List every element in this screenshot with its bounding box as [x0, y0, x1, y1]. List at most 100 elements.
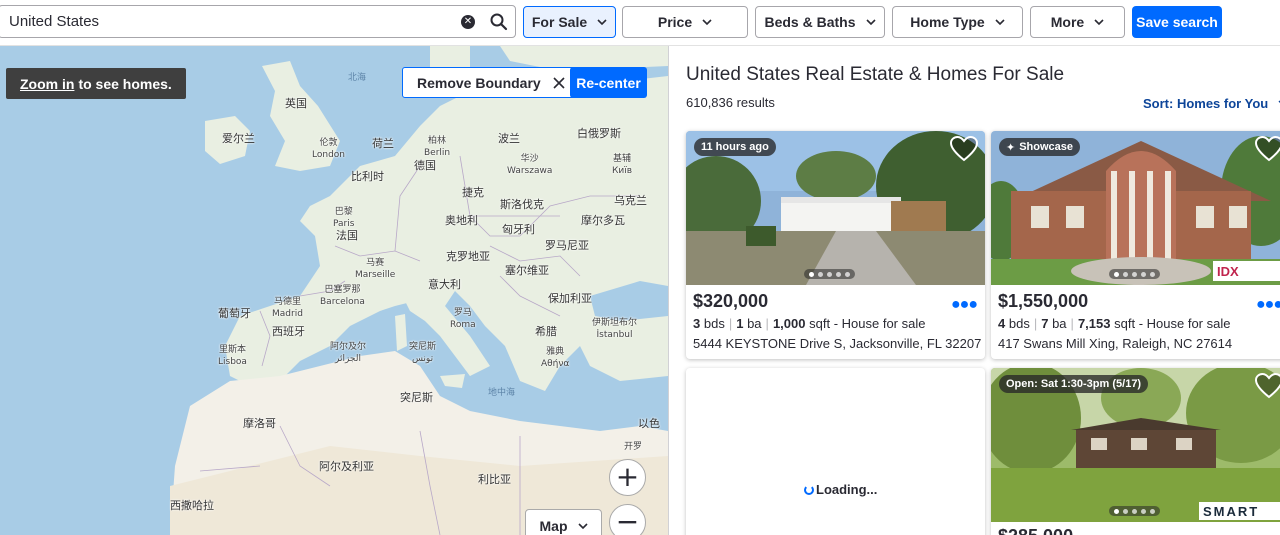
search-box[interactable]: ✕: [0, 5, 516, 38]
zoom-in-tip: Zoom in to see homes.: [6, 68, 186, 99]
price-filter-button[interactable]: Price: [622, 6, 748, 38]
map-type-label: Map: [539, 518, 568, 534]
listing-photo[interactable]: 11 hours ago: [686, 131, 985, 285]
map-label-serbia: 塞尔维亚: [505, 264, 549, 277]
beds-baths-filter-button[interactable]: Beds & Baths: [755, 6, 885, 38]
close-icon: [553, 76, 565, 89]
clear-search-icon[interactable]: ✕: [461, 15, 475, 29]
remove-boundary-button[interactable]: Remove Boundary: [402, 67, 580, 98]
chevron-down-icon: [865, 19, 876, 26]
more-filter-button[interactable]: More: [1030, 6, 1125, 38]
map-view[interactable]: 北海 英国 爱尔兰 伦敦 London 荷兰 柏林 Berlin 波兰 白俄罗斯 德…: [0, 46, 668, 535]
heart-icon[interactable]: [1255, 136, 1280, 162]
map-label-portugal: 葡萄牙: [218, 307, 251, 320]
results-panel[interactable]: United States Real Estate & Homes For Sa…: [668, 46, 1280, 535]
map-label-germany: 德国: [414, 159, 436, 172]
map-label-ukraine: 乌克兰: [614, 194, 647, 207]
map-type-button[interactable]: Map: [525, 509, 602, 535]
listing-facts: 3 bds | 1 ba | 1,000 sqft - House for sale: [693, 316, 926, 331]
map-label-mediterranean: 地中海: [488, 388, 516, 398]
map-label-poland: 波兰: [498, 132, 520, 145]
map-label-slovakia: 斯洛伐克: [500, 198, 544, 211]
listing-card[interactable]: 11 hours ago $320,000 ●●● 3 bds | 1 ba | 1,0…: [686, 131, 985, 359]
sort-dropdown[interactable]: Sort: Homes for You: [1143, 96, 1280, 111]
search-input[interactable]: [9, 6, 449, 37]
listing-card-loading: Loading...: [686, 368, 985, 535]
map-label-cairo: 开罗: [624, 442, 643, 452]
map-label-croatia: 克罗地亚: [446, 250, 490, 263]
map-label-kyiv: 基辅 Київ: [612, 154, 633, 176]
spinner-icon: [804, 484, 814, 495]
listing-facts: 4 bds | 7 ba | 7,153 sqft - House for sale: [998, 316, 1231, 331]
svg-text:SMART: SMART: [1203, 504, 1259, 519]
listing-address[interactable]: 417 Swans Mill Xing, Raleigh, NC 27614: [998, 336, 1232, 351]
chevron-down-icon: [995, 19, 1005, 26]
zoom-in-button[interactable]: +: [609, 459, 646, 496]
home-type-label: Home Type: [910, 14, 985, 30]
map-label-algeria: 阿尔及利亚: [319, 460, 374, 473]
more-options-icon[interactable]: ●●●: [1256, 296, 1280, 314]
listing-card[interactable]: SMART Open: Sat 1:30-3pm (5/17) $285,000: [991, 368, 1280, 535]
sort-label: Sort: Homes for You: [1143, 96, 1269, 111]
more-options-icon[interactable]: ●●●: [951, 296, 978, 314]
map-label-berlin: 柏林 Berlin: [424, 136, 451, 158]
map-label-rome: 罗马 Roma: [450, 308, 476, 330]
recenter-button[interactable]: Re-center: [570, 67, 647, 98]
map-label-istanbul: 伊斯坦布尔 İstanbul: [592, 318, 638, 340]
map-label-greece: 希腊: [535, 325, 557, 338]
map-label-moldova: 摩尔多瓦: [581, 214, 625, 227]
map-label-belgium: 比利时: [351, 170, 384, 183]
for-sale-filter-button[interactable]: For Sale: [523, 6, 616, 38]
save-search-button[interactable]: Save search: [1132, 6, 1222, 38]
listing-photo[interactable]: IDX ✦ Showcase: [991, 131, 1280, 285]
map-label-tunisia: 突尼斯: [400, 391, 433, 404]
remove-boundary-label: Remove Boundary: [417, 74, 541, 91]
map-label-barcelona: 巴塞罗那 Barcelona: [320, 285, 365, 307]
chevron-down-icon: [577, 523, 588, 530]
zoom-in-link[interactable]: Zoom in: [20, 76, 74, 92]
price-label: Price: [657, 14, 693, 30]
showcase-icon: ✦: [1006, 141, 1016, 154]
chevron-down-icon: [1094, 19, 1104, 26]
map-label-austria: 奥地利: [445, 214, 478, 227]
search-icon[interactable]: [489, 12, 509, 32]
heart-icon[interactable]: [1255, 373, 1280, 399]
listing-photo[interactable]: SMART Open: Sat 1:30-3pm (5/17): [991, 368, 1280, 522]
listing-address[interactable]: 5444 KEYSTONE Drive S, Jacksonville, FL …: [693, 336, 981, 351]
map-label-athens: 雅典 Αθήνα: [541, 347, 570, 369]
svg-text:IDX: IDX: [1217, 264, 1239, 279]
map-label-uk: 英国: [285, 97, 307, 110]
page-title: United States Real Estate & Homes For Sa…: [686, 64, 1065, 85]
map-label-paris: 巴黎 Paris: [333, 207, 355, 229]
listing-badge: ✦ Showcase: [999, 138, 1081, 156]
map-label-lisbon: 里斯本 Lisboa: [218, 345, 247, 367]
photo-carousel-dots[interactable]: [1109, 506, 1160, 516]
chevron-down-icon: [597, 19, 607, 26]
map-label-spain: 西班牙: [272, 325, 305, 338]
map-label-tunis: 突尼斯 تونس: [409, 342, 437, 364]
map-label-algiers: 阿尔及尔 الجزائر: [330, 342, 367, 364]
heart-icon[interactable]: [950, 136, 978, 162]
listing-badge: 11 hours ago: [694, 138, 776, 156]
map-label-north-sea: 北海: [348, 73, 367, 83]
listing-price: $285,000: [998, 526, 1073, 535]
filter-bar: ✕ For Sale Price Beds & Baths Home Type …: [0, 0, 1280, 46]
map-label-madrid: 马德里 Madrid: [272, 297, 303, 319]
beds-baths-label: Beds & Baths: [764, 14, 856, 30]
photo-carousel-dots[interactable]: [1109, 269, 1160, 279]
zoom-out-button[interactable]: −: [609, 504, 646, 535]
listing-card[interactable]: IDX ✦ Showcase $1,550,000 ●●● 4 bds | 7 ba |…: [991, 131, 1280, 359]
results-count: 610,836 results: [686, 95, 775, 110]
photo-carousel-dots[interactable]: [804, 269, 855, 279]
map-label-belarus: 白俄罗斯: [577, 127, 621, 140]
zoom-tip-text: to see homes.: [78, 75, 172, 92]
map-label-marseille: 马赛 Marseille: [355, 258, 396, 280]
map-label-ireland: 爱尔兰: [222, 132, 255, 145]
map-label-western-sahara: 西撒哈拉: [170, 499, 214, 512]
map-label-warsaw: 华沙 Warszawa: [507, 154, 553, 176]
more-label: More: [1050, 14, 1085, 30]
home-type-filter-button[interactable]: Home Type: [892, 6, 1023, 38]
map-label-france: 法国: [336, 229, 358, 242]
map-label-bulgaria: 保加利亚: [548, 292, 592, 305]
loading-indicator: Loading...: [804, 482, 877, 497]
